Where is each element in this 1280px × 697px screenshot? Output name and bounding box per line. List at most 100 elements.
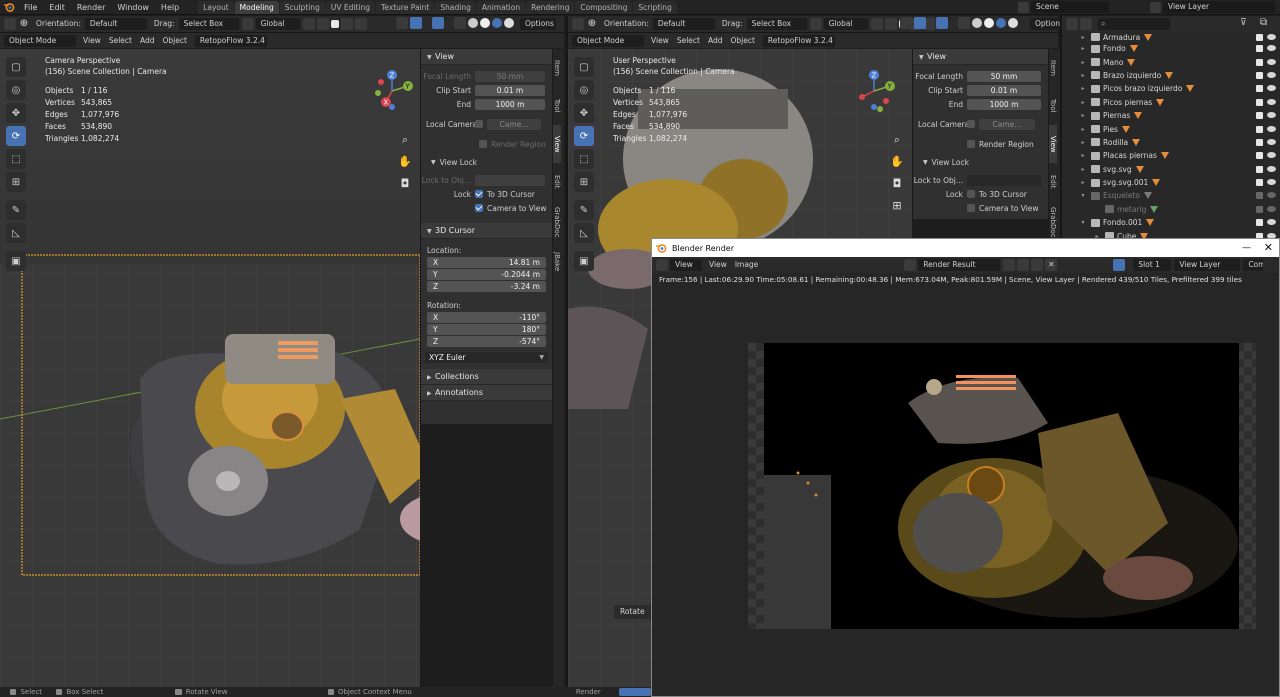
editor-type-icon[interactable]	[656, 259, 668, 271]
eye-icon[interactable]	[1267, 125, 1276, 132]
render-result-field[interactable]: Render Result	[918, 259, 1001, 271]
tab-view[interactable]: View	[553, 125, 561, 163]
outliner-item[interactable]: ▸ svg.svg	[1062, 163, 1280, 176]
editor-type-icon[interactable]	[4, 18, 16, 30]
annotations-section-header[interactable]: ▶ Annotations	[421, 385, 552, 401]
rendered-shading-icon[interactable]	[504, 18, 514, 28]
overlay-toggle-icon[interactable]	[432, 17, 444, 29]
outliner-item[interactable]: ▸ svg.svg.001	[1062, 176, 1280, 189]
annotate-tool-icon[interactable]: ✎	[6, 200, 26, 220]
clip-end-field[interactable]: 1000 m	[475, 98, 545, 110]
view-lock-header[interactable]: ▼ View Lock	[913, 155, 1048, 169]
snap-increment-icon[interactable]	[330, 20, 339, 28]
expand-toggle-icon[interactable]: ▾	[1078, 192, 1088, 199]
expand-toggle-icon[interactable]: ▸	[1078, 179, 1088, 186]
camera-view-icon[interactable]: ◘	[890, 173, 904, 195]
material-shading-icon[interactable]	[492, 18, 502, 28]
exclude-checkbox[interactable]	[1256, 33, 1263, 41]
exclude-checkbox[interactable]	[1256, 85, 1263, 93]
image-browse-icon[interactable]	[904, 259, 917, 271]
fake-user-icon[interactable]	[1003, 259, 1016, 271]
cursor-tool-icon[interactable]: ◎	[574, 80, 594, 100]
measure-tool-icon[interactable]: ◺	[574, 223, 594, 243]
exclude-checkbox[interactable]	[1256, 219, 1263, 227]
editor-type-icon[interactable]	[1066, 18, 1078, 30]
tab-texture-paint[interactable]: Texture Paint	[375, 1, 435, 14]
cursor-rotation-z-field[interactable]: Z -574°	[427, 336, 546, 347]
focal-length-field[interactable]: 50 mm	[475, 70, 545, 82]
tab-jbake[interactable]: JBake	[553, 243, 561, 281]
new-image-icon[interactable]	[1017, 259, 1030, 271]
tab-item[interactable]: Item	[553, 49, 561, 87]
exclude-checkbox[interactable]	[1256, 179, 1263, 187]
tab-uv-editing[interactable]: UV Editing	[325, 1, 375, 14]
gizmo-toggle-icon[interactable]	[914, 17, 926, 29]
outliner-item[interactable]: ▸ Pies	[1062, 122, 1280, 135]
camera-to-view-checkbox[interactable]	[475, 204, 483, 212]
exclude-checkbox[interactable]	[1256, 138, 1263, 146]
new-collection-icon[interactable]: ⧉	[1260, 17, 1267, 28]
eye-icon[interactable]	[1267, 219, 1276, 226]
open-image-icon[interactable]	[1031, 259, 1044, 271]
view-menu[interactable]: View	[79, 35, 105, 47]
rotate-tool-icon[interactable]: ⟳	[6, 126, 26, 146]
tab-scripting[interactable]: Scripting	[633, 1, 677, 14]
focal-length-field[interactable]: 50 mm	[967, 70, 1041, 82]
eye-icon[interactable]	[1267, 205, 1276, 212]
eye-icon[interactable]	[1267, 192, 1276, 199]
mode-dropdown-2[interactable]: Object Mode	[572, 34, 644, 47]
retopoflow-menu-2[interactable]: RetopoFlow 3.2.4	[762, 34, 835, 47]
tab-item[interactable]: Item	[1049, 49, 1057, 87]
view-menu-render[interactable]: View	[705, 259, 731, 271]
exclude-checkbox[interactable]	[1256, 205, 1263, 213]
eye-icon[interactable]	[1267, 138, 1276, 145]
eye-icon[interactable]	[1267, 152, 1276, 159]
local-camera-field[interactable]: Came...	[979, 118, 1035, 130]
visibility-icon[interactable]	[900, 17, 912, 29]
outliner-item[interactable]: metarig	[1062, 203, 1280, 216]
orientation-dropdown[interactable]: Default	[84, 18, 147, 30]
pivot-icon[interactable]	[302, 18, 315, 30]
tab-edit[interactable]: Edit	[1049, 163, 1057, 201]
filter-icon[interactable]: ⊽	[1240, 18, 1247, 28]
tab-rendering[interactable]: Rendering	[526, 1, 575, 14]
exclude-checkbox[interactable]	[1256, 192, 1263, 200]
eye-icon[interactable]	[1267, 71, 1276, 78]
tab-edit[interactable]: Edit	[553, 163, 561, 201]
add-cube-tool-icon[interactable]: ▣	[574, 251, 594, 271]
select-box-tool-icon[interactable]: ▢	[574, 57, 594, 77]
scale-tool-icon[interactable]: ⬚	[574, 149, 594, 169]
clip-start-field[interactable]: 0.01 m	[475, 84, 545, 96]
expand-toggle-icon[interactable]: ▸	[1078, 112, 1088, 119]
cursor-location-x-field[interactable]: X 14.81 m	[427, 257, 546, 268]
annotate-tool-icon[interactable]: ✎	[574, 200, 594, 220]
pan-hand-icon[interactable]: ✋	[398, 151, 412, 173]
scene-selector[interactable]: Scene	[1018, 1, 1112, 13]
cursor-location-z-field[interactable]: Z -3.24 m	[427, 281, 546, 292]
tab-animation[interactable]: Animation	[476, 1, 526, 14]
eye-icon[interactable]	[1267, 33, 1276, 40]
editor-type-icon[interactable]	[572, 18, 584, 30]
view-section-header[interactable]: ▼ View	[913, 49, 1048, 65]
tab-sculpting[interactable]: Sculpting	[279, 1, 325, 14]
transform-pivot-icon[interactable]: ⊕	[18, 18, 30, 30]
visibility-icon[interactable]	[396, 17, 408, 29]
snap-icon[interactable]	[316, 18, 329, 30]
transform-tool-icon[interactable]: ⊞	[6, 172, 26, 192]
eye-icon[interactable]	[1267, 165, 1276, 172]
solid-shading-icon[interactable]	[480, 18, 490, 28]
expand-toggle-icon[interactable]: ▸	[1078, 34, 1088, 41]
outliner-item[interactable]: ▸ Picos piernas	[1062, 96, 1280, 109]
collections-section-header[interactable]: ▶ Collections	[421, 369, 552, 385]
lock-to-object-field[interactable]	[967, 174, 1041, 186]
exclude-checkbox[interactable]	[1256, 125, 1263, 133]
lock-to-3d-cursor-checkbox[interactable]	[475, 190, 483, 198]
outliner-item[interactable]: ▸ Rodilla	[1062, 136, 1280, 149]
options-dropdown-2[interactable]: Option	[1030, 18, 1060, 30]
global-dropdown-2[interactable]: Global	[823, 18, 868, 30]
global-dropdown[interactable]: Global	[255, 18, 300, 30]
rotation-mode-dropdown[interactable]: XYZ Euler ▼	[425, 352, 548, 363]
menu-edit[interactable]: Edit	[43, 0, 71, 15]
outliner-item[interactable]: ▸ Armadura	[1062, 32, 1280, 42]
exclude-checkbox[interactable]	[1256, 58, 1263, 66]
